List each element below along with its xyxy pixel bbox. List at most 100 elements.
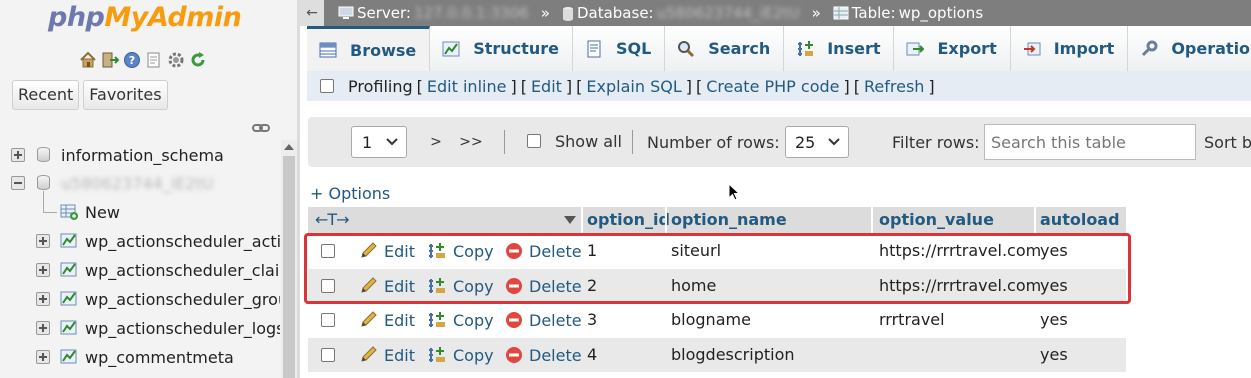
tab-structure[interactable]: Structure xyxy=(430,26,573,71)
tree-item-table[interactable]: wp_actionscheduler_claims xyxy=(0,256,280,284)
tree-item-information-schema[interactable]: information_schema xyxy=(0,141,280,169)
tree-item-current-database[interactable]: u580623744_iE2tU xyxy=(0,169,280,197)
next-page-button[interactable]: > xyxy=(421,126,451,158)
database-icon xyxy=(37,147,50,162)
tab-search[interactable]: Search xyxy=(665,26,785,71)
copy-row-button[interactable]: Copy xyxy=(428,303,494,337)
tree-item-new[interactable]: New xyxy=(0,198,280,226)
create-php-code-link[interactable]: Create PHP code xyxy=(706,77,839,96)
expand-icon[interactable] xyxy=(36,234,50,248)
database-icon xyxy=(562,6,573,21)
panel-resize-handle[interactable] xyxy=(297,0,300,378)
page-select[interactable]: 1 xyxy=(351,126,407,158)
navigation-panel: phpMyAdmin ? Recent Favorites informatio… xyxy=(0,0,300,378)
tab-sql[interactable]: SQL xyxy=(572,26,666,71)
column-header-option-name[interactable]: option_name xyxy=(671,207,787,233)
edit-inline-link[interactable]: Edit inline xyxy=(427,77,507,96)
cell-option-id[interactable]: 4 xyxy=(587,338,597,372)
import-icon xyxy=(1022,39,1042,59)
home-icon[interactable] xyxy=(79,51,97,69)
phpmyadmin-logo[interactable]: phpMyAdmin xyxy=(48,2,242,33)
scroll-up-icon[interactable] xyxy=(284,144,294,150)
sort-by-label: Sort by xyxy=(1204,133,1251,152)
delete-icon xyxy=(506,312,522,328)
expand-icon[interactable] xyxy=(36,321,50,335)
delete-icon xyxy=(506,347,522,363)
breadcrumb-server[interactable]: Server: 127.0.0.1:3306 xyxy=(338,4,529,22)
column-header-option-id[interactable]: option_id xyxy=(587,207,670,233)
tab-operations[interactable]: Operations xyxy=(1128,26,1251,71)
rows-label: Number of rows: xyxy=(647,133,780,152)
delete-row-button[interactable]: Delete xyxy=(504,303,582,337)
tab-insert[interactable]: Insert xyxy=(784,26,895,71)
expand-icon[interactable] xyxy=(36,263,50,277)
help-icon[interactable]: ? xyxy=(123,51,141,69)
show-all-label[interactable]: Show all xyxy=(555,132,622,151)
cell-option-name[interactable]: blogdescription xyxy=(671,338,795,372)
cell-option-name[interactable]: blogname xyxy=(671,303,751,337)
sort-down-icon[interactable] xyxy=(563,215,577,225)
breadcrumb-separator: » xyxy=(540,4,550,22)
tree-item-table[interactable]: wp_actionscheduler_logs xyxy=(0,314,280,342)
cell-autoload[interactable]: yes xyxy=(1040,338,1068,372)
cell-autoload[interactable]: yes xyxy=(1040,303,1068,337)
expand-icon[interactable] xyxy=(11,148,25,162)
row-checkbox[interactable] xyxy=(321,313,335,327)
search-icon xyxy=(676,39,696,59)
favorites-button[interactable]: Favorites xyxy=(83,80,168,110)
exit-icon[interactable] xyxy=(101,51,119,69)
settings-icon[interactable] xyxy=(167,51,185,69)
collapse-icon[interactable] xyxy=(11,176,25,190)
tree-item-table[interactable]: wp_actionscheduler_groups xyxy=(0,285,280,313)
row-checkbox[interactable] xyxy=(321,348,335,362)
table-icon[interactable] xyxy=(60,348,78,365)
show-all-checkbox[interactable] xyxy=(527,134,541,148)
filter-rows-input[interactable] xyxy=(984,124,1196,160)
wrench-icon xyxy=(1139,39,1159,59)
breadcrumb-database[interactable]: Database: u580623744_iE2tU xyxy=(562,4,800,22)
tree-item-table[interactable]: wp_commentmeta xyxy=(0,343,280,371)
link-with-main-panel-icon[interactable] xyxy=(252,120,270,138)
profiling-checkbox[interactable] xyxy=(320,79,334,93)
structure-icon xyxy=(441,39,461,59)
rows-select[interactable]: 25 xyxy=(785,126,849,158)
explain-sql-link[interactable]: Explain SQL xyxy=(586,77,681,96)
column-header-autoload[interactable]: autoload xyxy=(1040,207,1120,233)
column-header-option-value[interactable]: option_value xyxy=(879,207,994,233)
table-icon[interactable] xyxy=(60,319,78,336)
expand-icon[interactable] xyxy=(36,350,50,364)
cell-option-value[interactable]: rrrtravel xyxy=(879,303,945,337)
table-icon[interactable] xyxy=(60,290,78,307)
delete-row-button[interactable]: Delete xyxy=(504,338,582,372)
last-page-button[interactable]: >> xyxy=(453,126,489,158)
expand-icon[interactable] xyxy=(36,292,50,306)
edit-link[interactable]: Edit xyxy=(531,77,562,96)
tab-export[interactable]: Export xyxy=(894,26,1011,71)
tree-item-table[interactable]: wp_actionscheduler_actions xyxy=(0,227,280,255)
table-icon[interactable] xyxy=(60,261,78,278)
options-link[interactable]: + Options xyxy=(310,184,390,203)
recent-button[interactable]: Recent xyxy=(12,80,80,110)
reload-icon[interactable] xyxy=(189,51,207,69)
pencil-icon xyxy=(361,311,377,327)
cell-option-id[interactable]: 3 xyxy=(587,303,597,337)
divider xyxy=(504,130,505,154)
scrollbar-thumb[interactable] xyxy=(283,156,295,378)
collapse-nav-icon[interactable]: ← xyxy=(300,0,324,26)
column-arrows-icon[interactable]: ←T→ xyxy=(315,207,350,233)
tab-import[interactable]: Import xyxy=(1010,26,1129,71)
nav-scrollbar[interactable] xyxy=(281,140,297,378)
insert-icon xyxy=(795,39,815,59)
database-icon xyxy=(37,175,50,190)
table-icon xyxy=(833,6,849,20)
refresh-link[interactable]: Refresh xyxy=(864,77,924,96)
edit-row-button[interactable]: Edit xyxy=(359,338,415,372)
copy-icon xyxy=(429,312,445,327)
breadcrumb-table[interactable]: Table: wp_options xyxy=(833,4,983,22)
edit-row-button[interactable]: Edit xyxy=(359,303,415,337)
table-header: ←T→ option_id option_name option_value a… xyxy=(308,207,1126,233)
copy-row-button[interactable]: Copy xyxy=(428,338,494,372)
table-icon[interactable] xyxy=(60,232,78,249)
tab-browse[interactable]: Browse xyxy=(307,26,431,71)
docs-icon[interactable] xyxy=(145,51,163,69)
